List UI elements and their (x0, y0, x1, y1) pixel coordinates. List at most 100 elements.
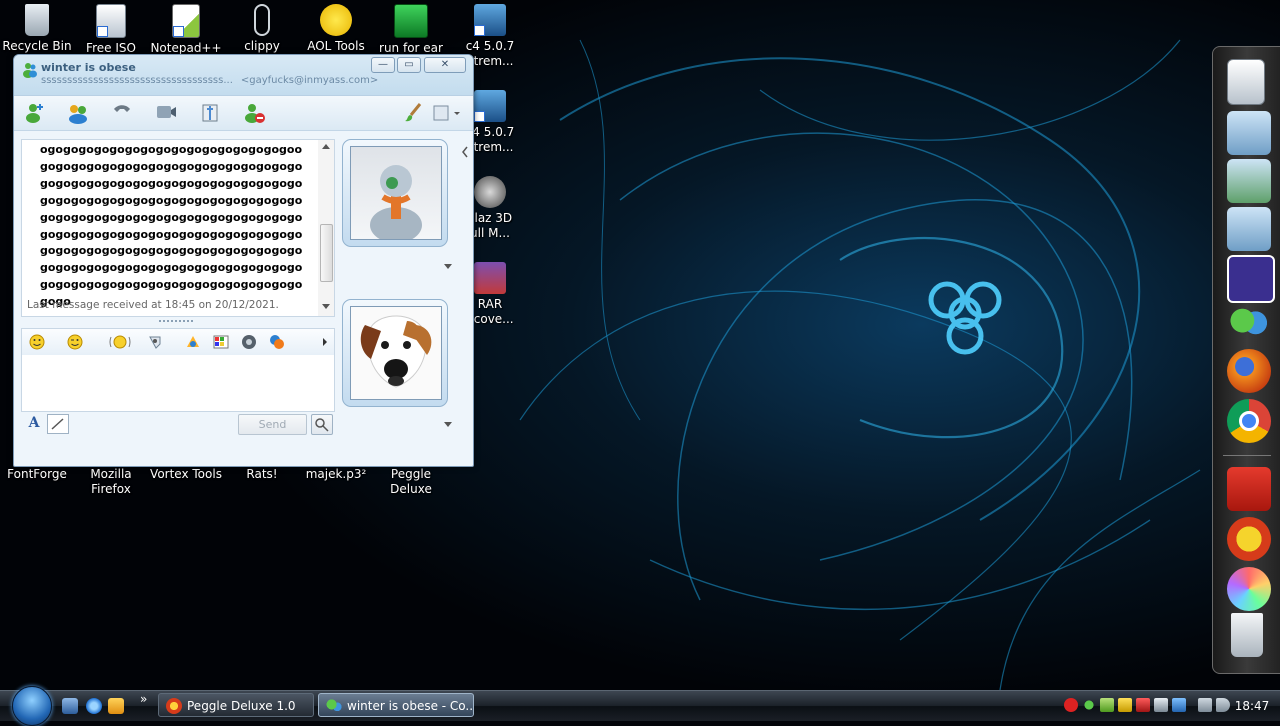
start-button[interactable] (12, 686, 52, 726)
dock-folder-icon[interactable] (1227, 111, 1271, 155)
media-player-icon[interactable] (108, 698, 124, 714)
splitter-grip[interactable] (159, 320, 193, 325)
close-button[interactable]: ✕ (424, 57, 466, 73)
desktop-icon-majek[interactable]: majek.p3² (298, 467, 374, 482)
paint-brush-icon[interactable] (402, 101, 426, 125)
aol-icon (320, 4, 352, 36)
background-icon[interactable] (212, 333, 230, 351)
internet-explorer-icon[interactable] (86, 698, 102, 714)
video-call-icon[interactable] (154, 101, 178, 125)
tray-monitor-icon[interactable] (1154, 698, 1168, 712)
show-desktop-icon[interactable] (62, 698, 78, 714)
paperclip-icon (254, 4, 270, 36)
desktop-icon-rats[interactable]: Rats! (224, 467, 300, 482)
send-button[interactable]: Send (238, 414, 307, 435)
font-button[interactable]: A (25, 415, 43, 433)
dock-cpu-icon[interactable] (1227, 255, 1275, 303)
formatting-toolbar (21, 328, 335, 356)
desktop-icon-vortex-tools[interactable]: Vortex Tools (148, 467, 224, 482)
maximize-button[interactable]: ▭ (397, 57, 421, 73)
desktop-icon-notepadpp[interactable]: Notepad++ (148, 4, 224, 56)
desktop-icon-aol-tools[interactable]: AOL Tools (298, 4, 374, 54)
tray-error-icon[interactable] (1064, 698, 1078, 712)
dock-separator (1223, 455, 1271, 456)
activities-icon[interactable] (268, 333, 286, 351)
desktop-icon-label: clippy (244, 39, 280, 53)
dock-folder-green-icon[interactable] (1227, 159, 1271, 203)
tray-messenger-icon[interactable] (1082, 698, 1096, 712)
desktop-icon-peggle[interactable]: Peggle Deluxe (373, 467, 449, 497)
search-options-icon[interactable] (311, 414, 333, 435)
conversation-history[interactable]: ogogogogogogogogogogogogogogogogoogogogo… (21, 139, 335, 317)
handwriting-icon[interactable] (47, 414, 69, 434)
menu-dropdown-icon[interactable] (432, 101, 462, 125)
dock-firefox-icon[interactable] (1227, 349, 1271, 393)
my-avatar-menu-arrow-icon[interactable] (444, 422, 452, 428)
taskbar-item-peggle[interactable]: Peggle Deluxe 1.0 (158, 693, 314, 717)
taskbar-clock[interactable]: 18:47 (1232, 691, 1272, 721)
app-icon (474, 4, 506, 36)
minimize-button[interactable]: — (371, 57, 395, 73)
dock-pdf-reader-icon[interactable] (1227, 467, 1271, 511)
taskbar-item-messenger[interactable]: winter is obese - Co... (318, 693, 474, 717)
contact-avatar-frame[interactable] (342, 139, 448, 247)
nudge-icon[interactable] (108, 333, 132, 351)
contact-avatar (350, 146, 442, 240)
invite-contact-icon[interactable] (22, 101, 46, 125)
peggle-icon (166, 698, 182, 714)
games-icon[interactable] (198, 101, 222, 125)
tray-network-connection-icon[interactable] (1198, 698, 1212, 712)
my-avatar-frame[interactable] (342, 299, 448, 407)
dock-folder-blue-icon[interactable] (1227, 207, 1271, 251)
dock-pidgin-icon[interactable] (1227, 517, 1271, 561)
rar-icon (474, 262, 506, 294)
desktop-icon-recycle-bin[interactable]: Recycle Bin (0, 4, 75, 54)
avatar-menu-arrow-icon[interactable] (444, 264, 452, 270)
message-compose-input[interactable] (21, 355, 335, 412)
contact-subline: sssssssssssssssssssssssssssssssssss... <g… (41, 75, 378, 86)
desktop-icon-label: Firefox (91, 482, 131, 496)
wink-animation-icon[interactable] (184, 333, 202, 351)
dock-paint-icon[interactable] (1227, 567, 1271, 611)
dock-documents-icon[interactable] (1227, 59, 1265, 105)
scroll-thumb[interactable] (320, 224, 333, 282)
personal-message: sssssssssssssssssssssssssssssssssss... (41, 75, 233, 86)
games-launch-icon[interactable] (240, 333, 258, 351)
tray-shield-icon[interactable] (1136, 698, 1150, 712)
window-titlebar[interactable]: winter is obese ssssssssssssssssssssssss… (14, 55, 473, 96)
block-contact-icon[interactable] (242, 101, 266, 125)
contact-email: <gayfucks@inmyass.com> (240, 75, 379, 86)
message-text: ogogogogogogogogogogogogogogogogoogogogo… (40, 143, 303, 309)
desktop-icon-label: FontForge (7, 467, 67, 481)
scroll-down-arrow[interactable] (322, 304, 330, 309)
dock-recycle-bin-icon[interactable] (1231, 613, 1263, 657)
desktop-icon-label: Deluxe (390, 482, 432, 496)
desktop-icon-clippy[interactable]: clippy (224, 4, 300, 54)
application-dock (1212, 46, 1280, 674)
scroll-up-arrow[interactable] (322, 144, 330, 149)
desktop-icon-label: Vortex Tools (150, 467, 222, 481)
quicklaunch-more[interactable]: » (140, 692, 147, 706)
desktop-icon-fontforge[interactable]: FontForge (0, 467, 75, 482)
history-scrollbar[interactable] (318, 140, 334, 316)
desktop-icon-label: c4 5.0.7 (465, 39, 515, 53)
desktop-icon-firefox[interactable]: Mozilla Firefox (73, 467, 149, 497)
desktop-icon-run-for-ear[interactable]: run for ear (373, 4, 449, 56)
desktop-icon-label: Mozilla (90, 467, 132, 481)
share-files-icon[interactable] (66, 101, 90, 125)
collapse-arrow-icon[interactable] (460, 145, 470, 159)
phone-call-icon[interactable] (110, 101, 134, 125)
messenger-conversation-window: winter is obese ssssssssssssssssssssssss… (13, 54, 474, 467)
desktop-icon-free-iso[interactable]: Free ISO (73, 4, 149, 56)
dock-messenger-icon[interactable] (1227, 303, 1271, 347)
dock-chrome-icon[interactable] (1227, 399, 1271, 443)
tray-network-icon[interactable] (1100, 698, 1114, 712)
tray-update-icon[interactable] (1172, 698, 1186, 712)
emoticon-smile-icon[interactable] (28, 333, 46, 351)
conversation-toolbar (14, 96, 473, 131)
tray-volume-icon[interactable] (1216, 698, 1230, 712)
more-options-arrow[interactable] (323, 338, 327, 346)
voice-clip-icon[interactable] (146, 333, 164, 351)
wink-icon[interactable] (66, 333, 84, 351)
tray-security-icon[interactable] (1118, 698, 1132, 712)
